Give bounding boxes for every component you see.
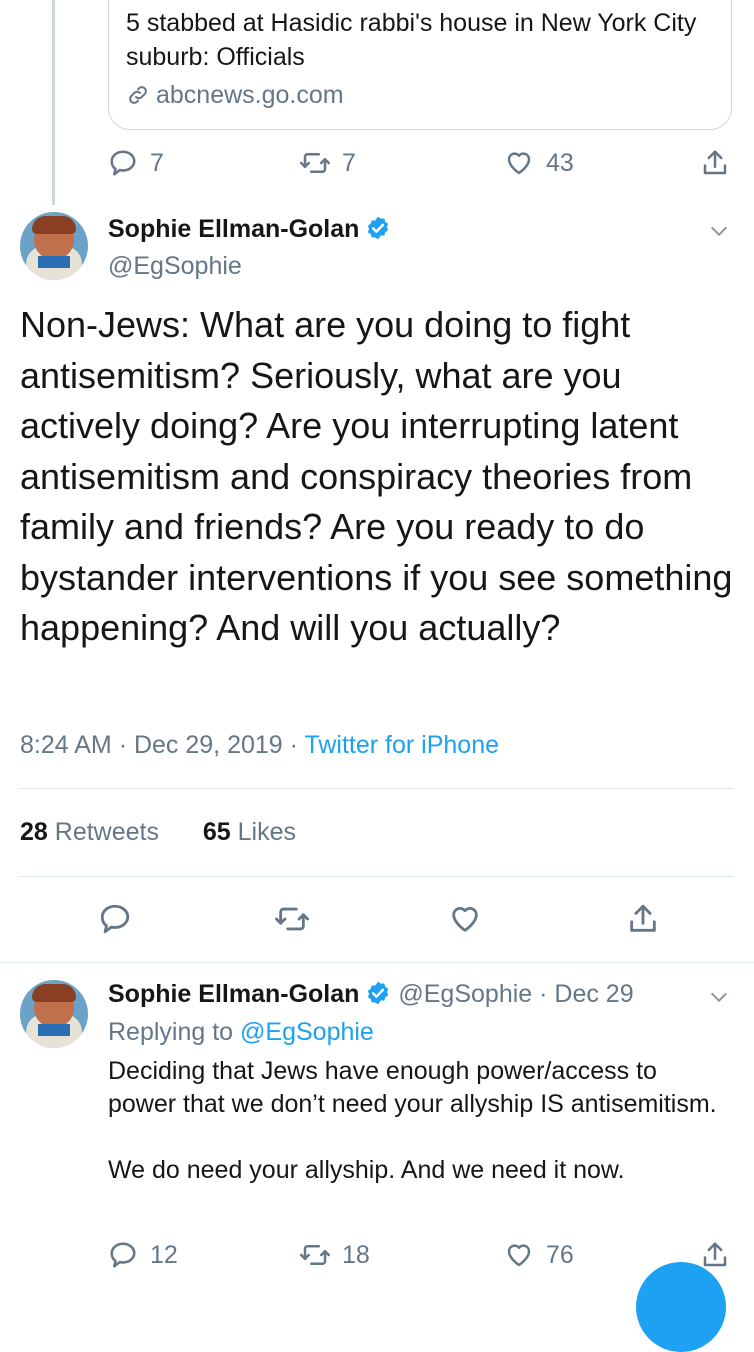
prev-like-button[interactable]: 43: [504, 148, 574, 178]
chevron-down-icon[interactable]: [708, 220, 730, 242]
reply-icon: [110, 150, 136, 176]
prev-share-button[interactable]: [700, 148, 730, 178]
heart-icon: [507, 152, 531, 175]
link-icon: [129, 86, 147, 104]
divider: [20, 788, 734, 789]
reply-author-avatar[interactable]: [20, 980, 88, 1048]
retweet-label: Retweets: [54, 818, 159, 846]
tweet-text: Non-Jews: What are you doing to fight an…: [20, 304, 733, 648]
tweet-date: Dec 29, 2019: [133, 731, 283, 759]
retweet-count: 28: [20, 818, 48, 846]
prev-retweet-button[interactable]: 7: [300, 148, 356, 178]
reply-date[interactable]: Dec 29: [554, 980, 633, 1008]
tweet-meta: 8:24 AM · Dec 29, 2019 · Twitter for iPh…: [20, 731, 499, 759]
divider: [20, 876, 734, 877]
link-card-domain[interactable]: abcnews.go.com: [126, 79, 344, 111]
prev-reply-button[interactable]: 7: [108, 148, 164, 178]
reply-text: Deciding that Jews have enough power/acc…: [108, 1057, 717, 1184]
tweet-time: 8:24 AM: [20, 731, 112, 759]
prev-reply-count: 7: [150, 148, 164, 177]
retweets-stat[interactable]: 28 Retweets: [20, 818, 159, 846]
tweet-source-link[interactable]: Twitter for iPhone: [304, 731, 499, 759]
retweet-icon: [275, 907, 309, 931]
reply-author-name[interactable]: Sophie Ellman-Golan: [108, 980, 359, 1008]
author-name[interactable]: Sophie Ellman-Golan: [108, 215, 359, 243]
reply-retweet-count: 18: [342, 1240, 370, 1269]
replying-to: Replying to @EgSophie: [108, 1018, 374, 1047]
reply-reply-button[interactable]: 12: [108, 1240, 178, 1270]
reply-retweet-button[interactable]: 18: [300, 1240, 370, 1270]
divider: [0, 962, 754, 963]
reply-icon: [110, 1242, 136, 1268]
share-icon: [703, 1242, 727, 1267]
prev-like-count: 43: [546, 148, 574, 177]
link-card-title[interactable]: 5 stabbed at Hasidic rabbi's house in Ne…: [126, 6, 716, 74]
like-count: 65: [202, 818, 231, 846]
author-name-row: Sophie Ellman-Golan: [108, 215, 391, 244]
tweet-stats: 28 Retweets 65 Likes: [20, 818, 296, 847]
heart-icon: [452, 907, 478, 932]
reply-author-handle[interactable]: @EgSophie: [398, 980, 532, 1008]
chevron-down-icon[interactable]: [708, 986, 730, 1008]
verified-badge-icon: [368, 216, 389, 240]
prev-retweet-count: 7: [342, 148, 356, 177]
thread-line: [52, 0, 55, 205]
like-button[interactable]: [448, 902, 482, 941]
author-avatar[interactable]: [20, 212, 88, 280]
reply-like-count: 76: [546, 1240, 574, 1269]
verified-badge-icon: [368, 981, 389, 1005]
share-button[interactable]: [626, 902, 660, 941]
reply-like-button[interactable]: 76: [504, 1240, 574, 1270]
share-icon: [630, 904, 656, 932]
retweet-icon: [300, 1245, 330, 1265]
reply-reply-count: 12: [150, 1240, 178, 1269]
reply-icon: [100, 904, 130, 934]
replying-prefix: Replying to: [108, 1018, 234, 1046]
share-icon: [703, 150, 727, 175]
link-domain-text: abcnews.go.com: [156, 81, 344, 109]
reply-header: Sophie Ellman-Golan @EgSophie · Dec 29: [108, 980, 634, 1008]
reply-button[interactable]: [98, 902, 132, 941]
retweet-button[interactable]: [275, 902, 309, 941]
replying-handle-link[interactable]: @EgSophie: [240, 1018, 374, 1046]
reply-share-button[interactable]: [700, 1240, 730, 1270]
retweet-icon: [300, 153, 330, 173]
author-handle[interactable]: @EgSophie: [108, 252, 242, 281]
heart-icon: [507, 1244, 531, 1267]
like-label: Likes: [237, 818, 297, 846]
compose-tweet-button[interactable]: [636, 1262, 726, 1352]
likes-stat[interactable]: 65 Likes: [203, 818, 296, 846]
